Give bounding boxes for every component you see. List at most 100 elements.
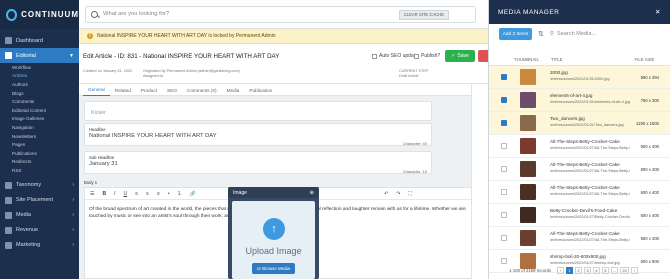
- page-button[interactable]: 22: [620, 266, 629, 274]
- fullscreen-icon[interactable]: ⛶: [408, 191, 412, 197]
- sidebar-subitem-newsletters[interactable]: Newsletters: [0, 132, 79, 141]
- link-icon[interactable]: 🔗: [190, 191, 196, 197]
- tab-product[interactable]: Product: [136, 84, 162, 96]
- sidebar-subitem-articles[interactable]: Articles: [0, 72, 79, 81]
- tab-media[interactable]: Media: [222, 84, 245, 96]
- redo-icon[interactable]: ↷: [396, 191, 400, 197]
- page-button[interactable]: 1: [566, 266, 574, 274]
- add-icon[interactable]: ⊕: [310, 190, 314, 196]
- media-thumbnail[interactable]: [520, 207, 536, 223]
- sidebar-subitem-comments[interactable]: Comments: [0, 97, 79, 106]
- next-page-button[interactable]: ›: [630, 266, 638, 274]
- media-thumbnail[interactable]: [520, 184, 536, 200]
- subheadline-input[interactable]: January 31: [89, 161, 118, 167]
- underline-icon[interactable]: U: [124, 191, 128, 197]
- media-thumbnail[interactable]: [520, 69, 536, 85]
- media-thumbnail[interactable]: [520, 230, 536, 246]
- page-button[interactable]: ...: [611, 266, 619, 274]
- sidebar-subitem-blogs[interactable]: Blogs: [0, 89, 79, 98]
- media-thumbnail[interactable]: [520, 138, 536, 154]
- row-checkbox[interactable]: [501, 97, 507, 103]
- sidebar-subitem-image-galleries[interactable]: Image Galleries: [0, 115, 79, 124]
- align-center-icon[interactable]: ≡: [146, 191, 149, 197]
- publish-checkbox[interactable]: [414, 53, 419, 59]
- media-row[interactable]: Two_dancers.jpg/ext/resources/2022/01/31…: [489, 112, 670, 135]
- save-button[interactable]: ✓ Save: [445, 50, 475, 62]
- sidebar-item-taxonomy[interactable]: Taxonomy ›: [0, 178, 79, 193]
- sidebar-subitem-navigation[interactable]: Navigation: [0, 123, 79, 132]
- page-button[interactable]: 4: [593, 266, 601, 274]
- col-title[interactable]: TITLE: [551, 57, 563, 62]
- browse-media-button[interactable]: or Browse Media: [252, 263, 295, 274]
- sidebar-item-media[interactable]: Media ›: [0, 208, 79, 223]
- media-thumbnail[interactable]: [520, 161, 536, 177]
- kicker-input[interactable]: Kicker: [91, 110, 106, 116]
- row-checkbox[interactable]: [501, 189, 507, 195]
- search-input[interactable]: What are you looking for?: [103, 11, 169, 17]
- bullet-list-icon[interactable]: •: [168, 191, 170, 197]
- auto-seo-checkbox[interactable]: [372, 53, 377, 59]
- headline-field[interactable]: Headline National INSPIRE YOUR HEART WIT…: [84, 123, 432, 146]
- close-icon[interactable]: ✕: [655, 8, 661, 16]
- delete-button[interactable]: [478, 50, 488, 62]
- add-items-button[interactable]: Add 3 Items: [499, 28, 532, 40]
- clear-site-cache-button[interactable]: CLEAR SITE CACHE: [398, 9, 449, 20]
- format-icon[interactable]: ☰: [90, 191, 94, 197]
- row-checkbox[interactable]: [501, 166, 507, 172]
- sidebar-subitem-publications[interactable]: Publications: [0, 149, 79, 158]
- headline-input[interactable]: National INSPIRE YOUR HEART WITH ART DAY: [89, 133, 217, 139]
- page-button[interactable]: 2: [575, 266, 583, 274]
- prev-page-button[interactable]: ‹: [557, 266, 565, 274]
- auto-seo-toggle[interactable]: Auto SEO update: [372, 53, 418, 59]
- row-checkbox[interactable]: [501, 74, 507, 80]
- media-search[interactable]: ⚲ Search Media...: [550, 31, 596, 37]
- tab-comments[interactable]: Comments (0): [182, 84, 222, 96]
- sidebar-item-dashboard[interactable]: Dashboard: [0, 33, 79, 48]
- assigned-text[interactable]: Assigned to:: [143, 74, 240, 79]
- upload-dropzone[interactable]: ↑ Upload Image or Browse Media: [232, 201, 315, 279]
- row-checkbox[interactable]: [501, 120, 507, 126]
- sidebar-subitem-editorial-content[interactable]: Editorial Content: [0, 106, 79, 115]
- sidebar-subitem-rss[interactable]: RSS: [0, 166, 79, 175]
- subheadline-field[interactable]: Sub Headline January 31 Character: 10: [84, 151, 432, 174]
- bold-icon[interactable]: B: [102, 191, 106, 197]
- tab-seo[interactable]: SEO: [162, 84, 182, 96]
- col-file-size[interactable]: FILE SIZE: [635, 57, 655, 62]
- col-thumbnail[interactable]: THUMBNAIL: [514, 57, 539, 62]
- publish-toggle[interactable]: Publish?: [414, 53, 440, 59]
- media-row[interactable]: elements-of-art-4.jpg/ext/resources/2022…: [489, 89, 670, 112]
- sidebar-item-revenue[interactable]: Revenue ›: [0, 223, 79, 238]
- media-row[interactable]: All-The-Steps-Betty-Crocker-Cake/ext/res…: [489, 227, 670, 250]
- tab-related[interactable]: Related: [110, 84, 136, 96]
- global-search[interactable]: What are you looking for? CLEAR SITE CAC…: [85, 5, 476, 23]
- numbered-list-icon[interactable]: 1.: [178, 191, 182, 197]
- sidebar-subitem-workflow[interactable]: Workflow: [0, 63, 79, 72]
- media-row[interactable]: All-The-Steps-Betty-Crocker-Cake/ext/res…: [489, 158, 670, 181]
- sidebar-subitem-authors[interactable]: Authors: [0, 80, 79, 89]
- tab-general[interactable]: General: [83, 84, 110, 96]
- page-button[interactable]: 5: [602, 266, 610, 274]
- row-checkbox[interactable]: [501, 235, 507, 241]
- sidebar-subitem-pages[interactable]: Pages: [0, 140, 79, 149]
- media-row[interactable]: All-The-Steps-Betty-Crocker-Cake/ext/res…: [489, 135, 670, 158]
- page-button[interactable]: 3: [584, 266, 592, 274]
- sidebar-item-editorial[interactable]: Editorial ▼: [0, 48, 79, 63]
- media-row[interactable]: All-The-Steps-Betty-Crocker-Cake/ext/res…: [489, 181, 670, 204]
- logo[interactable]: CONTINUUM: [0, 0, 79, 29]
- sort-icon[interactable]: ⇅: [538, 30, 544, 38]
- tab-publication[interactable]: Publication: [244, 84, 277, 96]
- sidebar-item-marketing[interactable]: Marketing ›: [0, 238, 79, 253]
- align-right-icon[interactable]: ≡: [157, 191, 160, 197]
- media-row[interactable]: 2000.jpg/ext/resources/2022/01/31/2000.j…: [489, 66, 670, 89]
- undo-icon[interactable]: ↶: [384, 191, 388, 197]
- media-search-input[interactable]: Search Media...: [557, 31, 596, 37]
- sidebar-subitem-redirects[interactable]: Redirects: [0, 158, 79, 167]
- row-checkbox[interactable]: [501, 212, 507, 218]
- media-thumbnail[interactable]: [520, 115, 536, 131]
- sidebar-item-site-placement[interactable]: Site Placement ›: [0, 193, 79, 208]
- kicker-field[interactable]: Kicker: [84, 101, 432, 121]
- media-thumbnail[interactable]: [520, 92, 536, 108]
- align-left-icon[interactable]: ≡: [135, 191, 138, 197]
- media-row[interactable]: Betty-Crocker-Devil's-Food-Cake/ext/reso…: [489, 204, 670, 227]
- row-checkbox[interactable]: [501, 143, 507, 149]
